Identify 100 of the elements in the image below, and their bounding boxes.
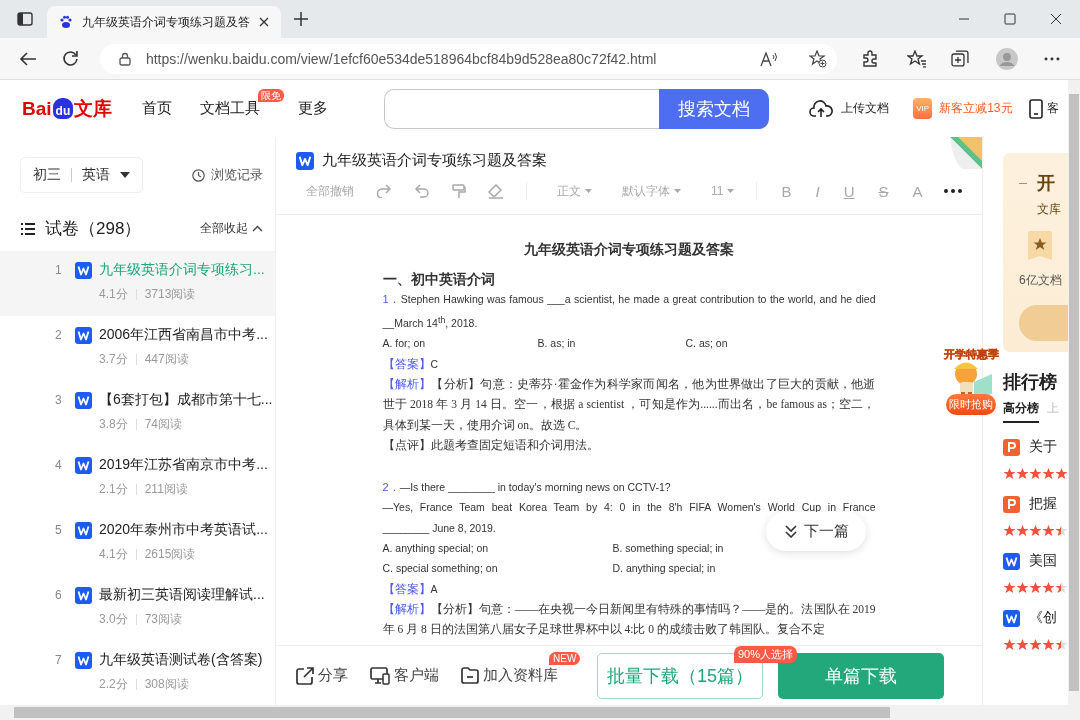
- analysis-text: 【解析】【分析】句意：史蒂芬·霍金作为科学家而闻名，他为世界做出了巨大的贡献，他逝世于 2018 年 3 月 14 日。空一，根据 a scientist ，可知是作为......而出名，be famous as；空二，具体到某一天，使用介词 on。故选 C。: [382, 377, 876, 433]
- item-score: 2.1分: [99, 481, 128, 498]
- logo-text[interactable]: Bai: [22, 97, 52, 120]
- promo-sticker[interactable]: 开学特惠季 限时抢购: [942, 347, 1000, 415]
- item-number: 3: [55, 393, 63, 407]
- item-number: 5: [55, 523, 63, 537]
- avatar-icon[interactable]: [996, 47, 1019, 70]
- item-title: 2019年江苏省南京市中考...: [99, 456, 268, 474]
- item-title: 2006年江西省南昌市中考...: [99, 326, 268, 344]
- client-link[interactable]: 客: [1046, 100, 1059, 117]
- tab-actions-icon[interactable]: [17, 12, 33, 26]
- chevron-up-icon[interactable]: [252, 225, 263, 232]
- search-field[interactable]: [384, 88, 660, 129]
- nav-link[interactable]: 更多: [298, 99, 329, 116]
- section-heading: 一、初中英语介词: [382, 271, 496, 290]
- item-score: 3.8分: [99, 416, 128, 433]
- puzzle-icon[interactable]: [861, 49, 880, 68]
- collections-icon[interactable]: [951, 49, 970, 68]
- caret-icon: [585, 189, 592, 193]
- word-file-icon: [75, 651, 92, 669]
- word-file-icon: [296, 151, 314, 170]
- phone-icon[interactable]: [1028, 98, 1043, 119]
- word-file-icon: [75, 586, 92, 604]
- browser-tab[interactable]: 九年级英语介词专项练习题及答: [47, 6, 281, 38]
- vertical-scrollbar[interactable]: [1068, 80, 1080, 705]
- presentation-file-icon: [1003, 495, 1020, 513]
- favorites-icon[interactable]: [907, 49, 928, 68]
- presentation-file-icon: [1003, 438, 1020, 456]
- ranking-title: 排行榜: [1003, 371, 1058, 394]
- item-reads: 3713阅读: [144, 286, 196, 303]
- word-file-icon: [1003, 552, 1020, 570]
- popularity-badge: 90%人选择: [734, 646, 798, 663]
- ranking-item-link[interactable]: 《创: [1029, 609, 1057, 627]
- close-icon[interactable]: [1050, 13, 1062, 25]
- upload-cloud-icon[interactable]: [809, 99, 834, 118]
- logo-paw[interactable]: du: [52, 98, 74, 119]
- next-document-button[interactable]: 下一篇: [766, 512, 866, 551]
- question-text: 1．Stephen Hawking was famous ___a scientist, he made a great contribution to the world, and he died __March 14$^{th}$, 2018.: [382, 292, 876, 332]
- reload-icon[interactable]: [61, 50, 79, 67]
- page-heading: 九年级英语介词专项练习题及答案: [523, 241, 735, 259]
- horizontal-scrollbar[interactable]: [0, 705, 1080, 720]
- question-text: 2．—Is there ________ in today's morning news on CCTV-1?: [382, 480, 672, 496]
- caret-icon: [727, 189, 735, 193]
- lock-icon: [118, 51, 131, 66]
- favorite-add-icon[interactable]: [809, 49, 828, 68]
- close-icon[interactable]: [259, 17, 269, 27]
- item-score: 3.7分: [99, 351, 128, 368]
- new-tab-icon[interactable]: [294, 12, 308, 26]
- back-icon[interactable]: [19, 50, 37, 67]
- ranking-tab[interactable]: 高分榜: [1003, 400, 1039, 423]
- item-reads: 2615阅读: [144, 546, 196, 563]
- document-list-item[interactable]: 2 2006年江西省南昌市中考... 3.7分 447阅读: [0, 316, 275, 381]
- url-text: https://wenku.baidu.com/view/1efcf60e534de518964bcf84b9d528ea80c72f42.html: [145, 50, 657, 67]
- item-reads: 74阅读: [144, 416, 183, 433]
- item-reads: 447阅读: [144, 351, 189, 368]
- answer-option: A. anything special; on: [382, 538, 613, 559]
- answer-text: 【答案】A: [382, 581, 438, 597]
- answer-option: D. anything special; in: [612, 558, 876, 579]
- folder-icon: [461, 667, 479, 684]
- word-file-icon: [75, 326, 92, 344]
- share-button[interactable]: 分享: [296, 666, 348, 685]
- nav-link[interactable]: 首页: [142, 99, 173, 116]
- item-number: 2: [55, 328, 63, 342]
- word-file-icon: [75, 521, 92, 539]
- item-number: 4: [55, 458, 63, 472]
- ranking-item-link[interactable]: 美国: [1029, 552, 1057, 570]
- bookmark-star-icon: [1027, 230, 1053, 262]
- history-link[interactable]: 浏览记录: [211, 166, 263, 184]
- grade-subject-selector[interactable]: 初三 英语: [20, 157, 143, 193]
- collapse-link[interactable]: 全部收起: [200, 220, 248, 237]
- item-score: 3.0分: [99, 611, 128, 628]
- maximize-icon[interactable]: [1004, 13, 1016, 25]
- item-title: 九年级英语介词专项练习...: [99, 261, 265, 279]
- list-icon: [21, 222, 35, 235]
- add-to-library-button[interactable]: 加入资料库: [461, 666, 558, 685]
- address-field[interactable]: https://wenku.baidu.com/view/1efcf60e534de518964bcf84b9d528ea80c72f42.html: [99, 43, 838, 74]
- nav-link[interactable]: 文档工具: [200, 99, 261, 116]
- search-button[interactable]: 搜索文档: [659, 88, 770, 129]
- document-list-item[interactable]: 5 2020年泰州市中考英语试... 4.1分 2615阅读: [0, 511, 275, 576]
- upload-link[interactable]: 上传文档: [841, 100, 890, 117]
- document-list-item[interactable]: 6 最新初三英语阅读理解试... 3.0分 73阅读: [0, 576, 275, 641]
- document-list-item[interactable]: 4 2019年江苏省南京市中考... 2.1分 211阅读: [0, 446, 275, 511]
- client-button[interactable]: 客户端: [370, 666, 439, 685]
- double-chevron-down-icon: [783, 525, 798, 538]
- ranking-item-link[interactable]: 关于: [1029, 438, 1057, 456]
- comment-text: 【点评】此题考查固定短语和介词用法。: [382, 437, 600, 453]
- subject-label: 英语: [82, 166, 110, 184]
- more-icon[interactable]: [1044, 56, 1060, 61]
- analysis-text: 【解析】【分析】句意：——在央视一今日新闻里有特殊的事情吗？——是的。法国队在 2019 年 6 月 8 日的法国第八届女子足球世界杯中以 4:比 0 的成绩击败了韩国队。复合不定: [382, 601, 876, 638]
- item-score: 4.1分: [99, 286, 128, 303]
- new-badge: NEW: [549, 652, 581, 665]
- item-number: 7: [55, 653, 63, 667]
- document-list-item[interactable]: 7 九年级英语测试卷(含答案) 2.2分 308阅读: [0, 641, 275, 706]
- question-text: ________ June 8, 2019.: [382, 520, 496, 536]
- vip-badge: VIP: [913, 98, 933, 119]
- ranking-item-link[interactable]: 把握: [1029, 495, 1057, 513]
- read-aloud-icon[interactable]: [760, 50, 779, 67]
- document-list-item[interactable]: 3 【6套打包】成都市第十七... 3.8分 74阅读: [0, 381, 275, 446]
- logo-text[interactable]: 文库: [74, 95, 113, 122]
- answer-option: B. as; in: [537, 333, 686, 354]
